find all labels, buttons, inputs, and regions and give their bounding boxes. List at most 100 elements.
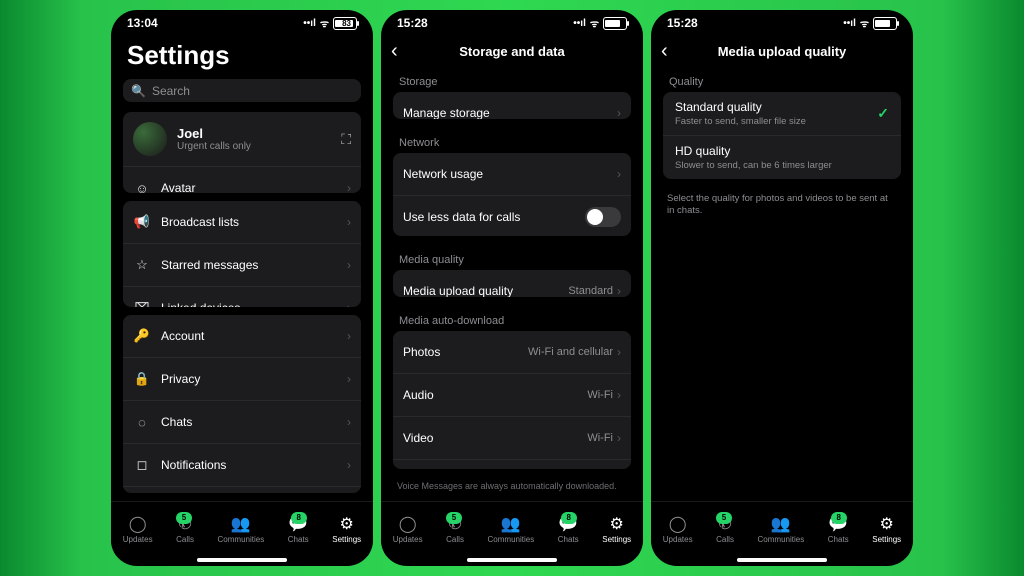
status-bar: 13:04 ••ıl ᯤ 83	[111, 10, 373, 36]
chat-icon: ◌	[133, 415, 151, 430]
voice-note: Voice Messages are always automatically …	[381, 477, 643, 501]
nav-bar: ‹ Storage and data	[381, 36, 643, 66]
tab-chats[interactable]: 💬Chats8	[828, 515, 849, 544]
tab-chats[interactable]: 💬Chats8	[558, 515, 579, 544]
standard-quality-option[interactable]: Standard quality Faster to send, smaller…	[663, 92, 901, 135]
qr-icon[interactable]: ⛶	[341, 131, 351, 148]
tab-label: Chats	[828, 535, 849, 544]
section-header-storage: Storage	[381, 66, 643, 92]
chevron-right-icon: ›	[617, 167, 621, 181]
tab-settings[interactable]: ⚙Settings	[872, 515, 901, 544]
tab-updates[interactable]: ◯ Updates	[123, 515, 153, 544]
megaphone-icon: 📢	[133, 214, 151, 230]
battery-fill	[875, 20, 890, 27]
phone-storage-and-data: 15:28 ••ıl ᯤ ‹ Storage and data Storage …	[381, 10, 643, 566]
battery-pct: 83	[342, 19, 351, 28]
tab-communities[interactable]: 👥Communities	[218, 515, 265, 544]
signal-icon: ••ıl	[573, 18, 586, 29]
manage-storage-row[interactable]: Manage storage ›	[393, 92, 631, 119]
tab-label: Chats	[558, 535, 579, 544]
tab-communities[interactable]: 👥Communities	[488, 515, 535, 544]
use-less-data-toggle[interactable]	[585, 207, 621, 227]
badge: 5	[176, 512, 192, 524]
video-row[interactable]: Video Wi-Fi ›	[393, 416, 631, 459]
status-bar: 15:28 ••ıl ᯤ	[651, 10, 913, 36]
tab-updates[interactable]: ◯Updates	[663, 515, 693, 544]
tab-calls[interactable]: ✆Calls5	[446, 515, 464, 544]
chevron-right-icon: ›	[617, 388, 621, 402]
option-title: HD quality	[675, 144, 889, 158]
avatar-row[interactable]: ☺ Avatar ›	[123, 166, 361, 193]
badge: 5	[446, 512, 462, 524]
storage-and-data-row[interactable]: ↑↓ Storage and data ›	[123, 486, 361, 493]
network-usage-row[interactable]: Network usage ›	[393, 153, 631, 195]
tab-settings[interactable]: ⚙Settings	[332, 515, 361, 544]
badge: 5	[716, 512, 732, 524]
chevron-right-icon: ›	[347, 415, 351, 429]
communities-icon: 👥	[771, 515, 791, 533]
row-label: Audio	[403, 388, 587, 402]
tab-label: Updates	[663, 535, 693, 544]
tab-bar: ◯Updates✆Calls5👥Communities💬Chats8⚙Setti…	[381, 501, 643, 556]
tab-label: Calls	[176, 535, 194, 544]
hd-quality-option[interactable]: HD quality Slower to send, can be 6 time…	[663, 135, 901, 179]
tab-chats[interactable]: 💬Chats8	[288, 515, 309, 544]
media-upload-quality-row[interactable]: Media upload quality Standard ›	[393, 270, 631, 297]
face-icon: ☺	[133, 181, 151, 193]
linked-devices-row[interactable]: ⌧ Linked devices ›	[123, 286, 361, 307]
settings-group-2: 🔑 Account › 🔒 Privacy › ◌ Chats › ◻ Noti…	[123, 315, 361, 493]
tab-updates[interactable]: ◯Updates	[393, 515, 423, 544]
documents-row[interactable]: Documents Wi-Fi ›	[393, 459, 631, 469]
section-header-network: Network	[381, 127, 643, 153]
privacy-row[interactable]: 🔒 Privacy ›	[123, 357, 361, 400]
notifications-row[interactable]: ◻ Notifications ›	[123, 443, 361, 486]
updates-icon: ◯	[129, 515, 147, 533]
option-subtitle: Slower to send, can be 6 times larger	[675, 160, 889, 171]
settings-group-1: 📢 Broadcast lists › ☆ Starred messages ›…	[123, 201, 361, 307]
footer-note: Select the quality for photos and videos…	[651, 187, 913, 224]
chevron-right-icon: ›	[617, 106, 621, 119]
search-placeholder: Search	[152, 84, 190, 98]
tab-bar: ◯Updates✆Calls5👥Communities💬Chats8⚙Setti…	[111, 501, 373, 556]
chevron-right-icon: ›	[347, 372, 351, 386]
laptop-icon: ⌧	[133, 300, 151, 307]
phone-media-upload-quality: 15:28 ••ıl ᯤ ‹ Media upload quality Qual…	[651, 10, 913, 566]
toggle-knob	[587, 209, 603, 225]
search-input[interactable]: 🔍 Search	[123, 79, 361, 102]
communities-icon: 👥	[501, 515, 521, 533]
row-label: Manage storage	[403, 106, 617, 119]
row-label: Photos	[403, 345, 528, 359]
signal-icon: ••ıl	[303, 18, 316, 29]
badge: 8	[831, 512, 847, 524]
broadcast-lists-row[interactable]: 📢 Broadcast lists ›	[123, 201, 361, 243]
tab-label: Updates	[123, 535, 153, 544]
tab-calls[interactable]: ✆Calls5	[176, 515, 194, 544]
battery-icon	[603, 17, 627, 30]
tab-settings[interactable]: ⚙Settings	[602, 515, 631, 544]
audio-row[interactable]: Audio Wi-Fi ›	[393, 373, 631, 416]
photos-row[interactable]: Photos Wi-Fi and cellular ›	[393, 331, 631, 373]
row-label: Starred messages	[161, 258, 347, 272]
account-row[interactable]: 🔑 Account ›	[123, 315, 361, 357]
status-icons: ••ıl ᯤ	[843, 16, 897, 30]
tab-label: Communities	[218, 535, 265, 544]
tab-calls[interactable]: ✆Calls5	[716, 515, 734, 544]
checkmark-icon: ✓	[877, 105, 889, 122]
nav-bar: ‹ Media upload quality	[651, 36, 913, 66]
wifi-icon: ᯤ	[860, 16, 869, 30]
starred-messages-row[interactable]: ☆ Starred messages ›	[123, 243, 361, 286]
key-icon: 🔑	[133, 328, 151, 344]
profile-status: Urgent calls only	[177, 141, 341, 152]
tab-label: Settings	[332, 535, 361, 544]
badge: 8	[561, 512, 577, 524]
star-icon: ☆	[133, 257, 151, 273]
tab-communities[interactable]: 👥Communities	[758, 515, 805, 544]
profile-row[interactable]: Joel Urgent calls only ⛶	[123, 112, 361, 166]
row-value: Wi-Fi	[587, 432, 613, 444]
profile-name: Joel	[177, 126, 341, 141]
use-less-data-row[interactable]: Use less data for calls	[393, 195, 631, 236]
tab-label: Settings	[602, 535, 631, 544]
battery-fill	[605, 20, 620, 27]
chats-row[interactable]: ◌ Chats ›	[123, 400, 361, 443]
avatar-label: Avatar	[161, 181, 347, 193]
